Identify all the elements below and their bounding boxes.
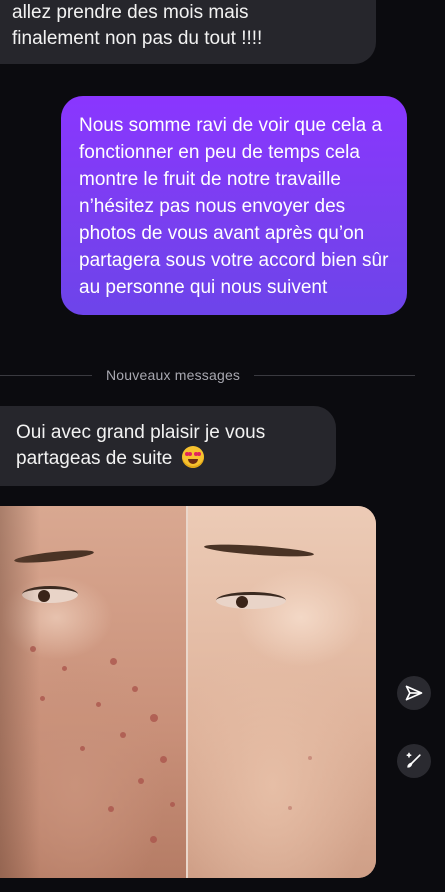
divider-line bbox=[254, 374, 415, 376]
before-photo-half bbox=[0, 506, 188, 878]
outgoing-message[interactable]: Nous somme ravi de voir que cela a fonct… bbox=[61, 96, 407, 315]
incoming-message-previous[interactable]: allez prendre des mois mais finalement n… bbox=[0, 0, 376, 64]
magic-brush-icon[interactable] bbox=[397, 744, 431, 778]
eye bbox=[22, 586, 78, 603]
heart-eyes-emoji-icon bbox=[181, 446, 204, 468]
new-messages-divider: Nouveaux messages bbox=[0, 365, 445, 385]
eye bbox=[216, 592, 286, 609]
before-after-photo[interactable] bbox=[0, 506, 376, 878]
after-photo-half bbox=[188, 506, 376, 878]
message-text-line: partageas de suite bbox=[16, 448, 173, 469]
message-text-line: allez prendre des mois mais bbox=[12, 2, 249, 23]
iris bbox=[236, 596, 248, 608]
message-text: Nous somme ravi de voir que cela a fonct… bbox=[79, 115, 389, 298]
divider-line bbox=[0, 374, 92, 376]
divider-label: Nouveaux messages bbox=[106, 367, 241, 383]
eyebrow bbox=[203, 542, 315, 559]
eyebrow bbox=[13, 547, 95, 566]
paper-plane-icon[interactable] bbox=[397, 676, 431, 710]
message-text-line: finalement non pas du tout !!!! bbox=[12, 28, 263, 49]
message-text-line: Oui avec grand plaisir je vous bbox=[16, 422, 266, 443]
incoming-message-reply[interactable]: Oui avec grand plaisir je vous partageas… bbox=[0, 406, 336, 486]
iris bbox=[38, 590, 50, 602]
